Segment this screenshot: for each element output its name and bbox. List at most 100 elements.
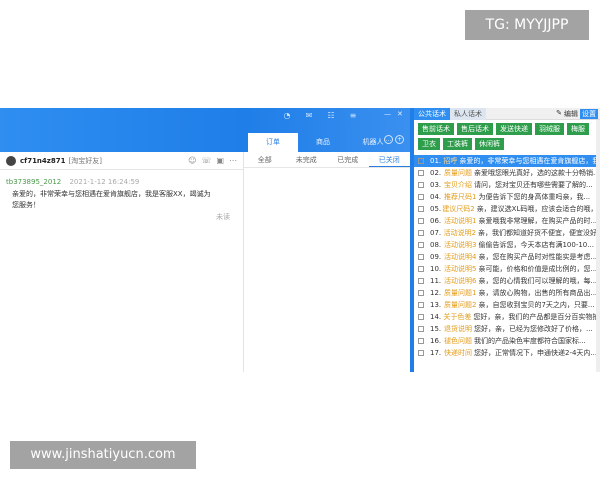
- list-item-number: 14.: [430, 313, 442, 321]
- checkbox-icon[interactable]: [418, 350, 424, 356]
- chat-header: cf71n4z871 [淘宝好友] ☺ ☏ ▣ ⋯: [0, 152, 243, 170]
- add-icon[interactable]: +: [395, 135, 404, 144]
- list-item-keyword: 活动说明4: [444, 253, 477, 261]
- list-item[interactable]: 07. 活动说明2 亲，我们都知道好货不便宜，便宜没好...: [414, 227, 600, 239]
- checkbox-icon[interactable]: [418, 302, 424, 308]
- message-icon[interactable]: ✉: [304, 111, 314, 121]
- list-item-keyword: 活动说明6: [444, 277, 477, 285]
- orders-panel: 全部 未完成 已完成 已关闭: [244, 152, 410, 372]
- list-item[interactable]: 05.建议尺码2亲，建议选XL码哦，应该会适合的哦，这一...: [414, 203, 600, 215]
- checkbox-icon[interactable]: [418, 278, 424, 284]
- tab-finished[interactable]: 已完成: [327, 152, 369, 167]
- list-item[interactable]: 03. 宝贝介绍 请问，您对宝贝还有哪些需要了解的...: [414, 179, 600, 191]
- list-item-number: 17.: [430, 349, 442, 357]
- checkbox-icon[interactable]: [418, 170, 424, 176]
- tab-public-scripts[interactable]: 公共话术: [414, 107, 450, 120]
- window-header: ◔ ✉ ☷ ≡ — ✕ 订单 商品 机器人 … +: [0, 108, 410, 152]
- avatar[interactable]: [6, 155, 16, 166]
- list-item[interactable]: 01. 招呼 亲爱的，非常荣幸与您相遇在爱肯旗舰店，我...: [414, 155, 600, 167]
- category-button[interactable]: 梅服: [567, 123, 589, 135]
- checkbox-icon[interactable]: [418, 158, 424, 164]
- list-item-text: 您好，正常情况下，申通快递2-4天内...: [474, 349, 598, 357]
- checkbox-icon[interactable]: [418, 326, 424, 332]
- edit-button[interactable]: 编辑: [564, 109, 578, 119]
- list-item-keyword: 活动说明1: [444, 217, 477, 225]
- list-item[interactable]: 06. 活动说明1 亲爱哦我非常理解，在购买产品的时...: [414, 215, 600, 227]
- list-item-keyword: 质量问题: [444, 169, 472, 177]
- scrollbar[interactable]: [596, 120, 600, 372]
- side-tabs: 订单 商品 机器人: [248, 133, 398, 152]
- category-button[interactable]: 发送快递: [496, 123, 532, 135]
- list-item-number: 16.: [430, 337, 442, 345]
- headset-icon[interactable]: ◔: [282, 111, 292, 121]
- edit-icon[interactable]: ✎: [556, 109, 562, 119]
- more-icon[interactable]: ⋯: [229, 156, 237, 165]
- tab-unfinished[interactable]: 未完成: [286, 152, 328, 167]
- tab-private-scripts[interactable]: 私人话术: [450, 107, 486, 120]
- checkbox-icon[interactable]: [418, 338, 424, 344]
- checkbox-icon[interactable]: [418, 254, 424, 260]
- list-item[interactable]: 17. 快递时间 您好，正常情况下，申通快递2-4天内...: [414, 347, 600, 359]
- category-button[interactable]: 休闲裤: [475, 138, 504, 150]
- apps-icon[interactable]: ☷: [326, 111, 336, 121]
- list-item[interactable]: 12. 质量问题1 亲，请放心购物，出售的所有商品出...: [414, 287, 600, 299]
- tab-closed[interactable]: 已关闭: [368, 152, 410, 167]
- list-item-number: 12.: [430, 289, 442, 297]
- list-item-number: 09.: [430, 253, 442, 261]
- list-item-keyword: 推荐尺码1: [444, 193, 477, 201]
- list-item-text: 亲爱哦我非常理解，在购买产品的时...: [478, 217, 598, 225]
- category-button[interactable]: 卫衣: [418, 138, 440, 150]
- checkbox-icon[interactable]: [418, 230, 424, 236]
- list-item[interactable]: 09. 活动说明4 亲，您在购买产品时对性能实是考虑...: [414, 251, 600, 263]
- list-item-text: 亲爱的，非常荣幸与您相遇在爱肯旗舰店，我...: [459, 157, 600, 165]
- list-item-number: 11.: [430, 277, 442, 285]
- list-item[interactable]: 10. 活动说明5 亲可能，价格和价值是成比例的，您...: [414, 263, 600, 275]
- checkbox-icon[interactable]: [418, 218, 424, 224]
- tab-orders[interactable]: 订单: [248, 133, 298, 152]
- list-item-keyword: 快递时间: [444, 349, 472, 357]
- checkbox-icon[interactable]: [418, 206, 424, 212]
- list-item-number: 01.: [430, 157, 442, 165]
- list-item-keyword: 褪色问题: [444, 337, 472, 345]
- list-item-keyword: 关于色差: [443, 313, 472, 321]
- more-icon[interactable]: …: [384, 135, 393, 144]
- checkbox-icon[interactable]: [418, 266, 424, 272]
- list-item-keyword: 活动说明3: [444, 241, 477, 249]
- list-item[interactable]: 13. 质量问题2 亲，自您收到宝贝的7天之内，只要...: [414, 299, 600, 311]
- checkbox-icon[interactable]: [418, 290, 424, 296]
- checkbox-icon[interactable]: [418, 242, 424, 248]
- checkbox-icon[interactable]: [418, 314, 424, 320]
- watermark-bottom: www.jinshatiyucn.com: [10, 441, 196, 469]
- list-item[interactable]: 02. 质量问题 亲爱哦您眼光真好，选的这款十分畅销...: [414, 167, 600, 179]
- list-item[interactable]: 15. 退货说明 您好，亲，已经为您修改好了价格，...: [414, 323, 600, 335]
- list-item-keyword: 活动说明2: [443, 229, 477, 237]
- chat-bubble-icon[interactable]: ☺: [188, 156, 196, 165]
- list-item-number: 06.: [430, 217, 442, 225]
- list-item[interactable]: 11. 活动说明6 亲，您的心情我们可以理解的哦，每...: [414, 275, 600, 287]
- close-icon[interactable]: ✕: [397, 110, 403, 118]
- tab-all[interactable]: 全部: [244, 152, 286, 167]
- list-item-text: 亲爱哦您眼光真好，选的这款十分畅销...: [474, 169, 600, 177]
- list-item[interactable]: 16. 褪色问题 我们的产品染色牢度都符合国家标...: [414, 335, 600, 347]
- list-item[interactable]: 04. 推荐尺码1 为便告诉下您的身高体重吗亲，我...: [414, 191, 600, 203]
- list-item[interactable]: 08. 活动说明3 偷偷告诉您，今天本店有满100-10...: [414, 239, 600, 251]
- category-button[interactable]: 售后话术: [457, 123, 493, 135]
- quick-reply-panel: 公共话术 私人话术 ✎ 编辑 设置 售前话术 售后话术 发送快递 羽绒服 梅服 …: [414, 107, 600, 372]
- settings-button[interactable]: 设置: [580, 108, 598, 119]
- phone-icon[interactable]: ☏: [201, 156, 211, 165]
- category-button[interactable]: 售前话术: [418, 123, 454, 135]
- category-button[interactable]: 工装裤: [443, 138, 472, 150]
- menu-icon[interactable]: ≡: [348, 111, 358, 121]
- list-item-text: 为便告诉下您的身高体重吗亲，我...: [478, 193, 591, 201]
- header-icon-row: ◔ ✉ ☷ ≡: [282, 111, 358, 121]
- watermark-top: TG: MYYJJPP: [465, 10, 589, 40]
- tab-products[interactable]: 商品: [298, 133, 348, 152]
- category-button[interactable]: 羽绒服: [535, 123, 564, 135]
- page-root: TG: MYYJJPP ◔ ✉ ☷ ≡ — ✕ 订单 商品 机器人 … + cf…: [0, 0, 600, 480]
- checkbox-icon[interactable]: [418, 194, 424, 200]
- list-item[interactable]: 14. 关于色差 您好，亲，我们的产品都是百分百实物拍...: [414, 311, 600, 323]
- checkbox-icon[interactable]: [418, 182, 424, 188]
- list-item-keyword: 质量问题1: [444, 289, 477, 297]
- minimize-icon[interactable]: —: [384, 110, 391, 118]
- video-icon[interactable]: ▣: [216, 156, 224, 165]
